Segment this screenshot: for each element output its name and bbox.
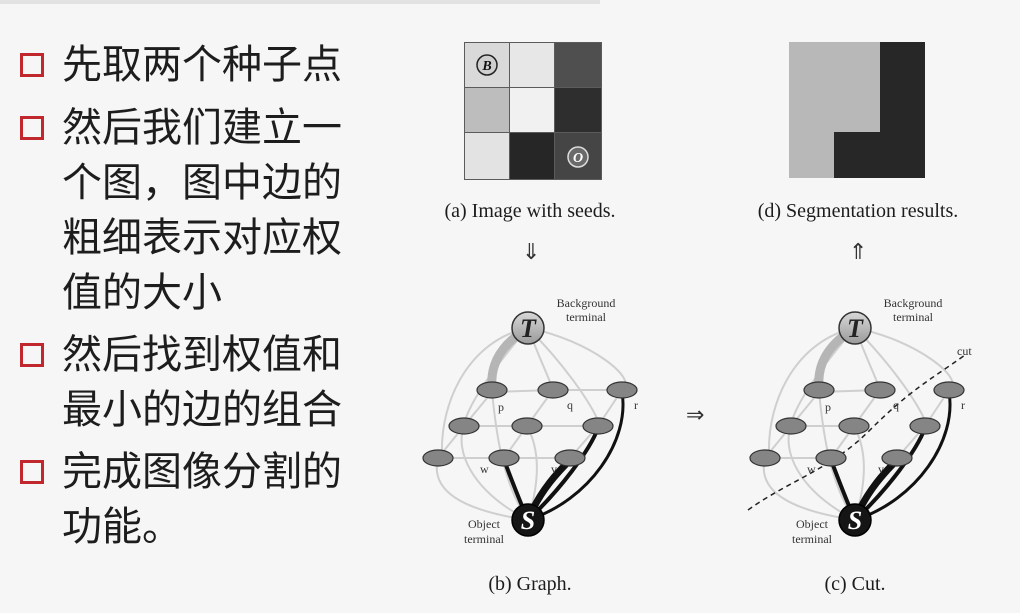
right-arrow-icon: ⇒ — [686, 403, 705, 428]
obj-terminal-label: Object — [796, 517, 829, 531]
caption-image-with-seeds: (a) Image with seeds. — [444, 200, 616, 222]
node-label: q — [893, 398, 899, 412]
obj-terminal-label: terminal — [464, 532, 505, 546]
seed-b-label: B — [481, 59, 491, 74]
obj-terminal-label: Object — [468, 517, 501, 531]
terminal-t-label: T — [520, 314, 537, 343]
figure-graph-cut: T S Background terminal Object terminal … — [422, 42, 972, 546]
bg-terminal-label: Background — [884, 296, 943, 310]
node-label: v — [551, 462, 557, 476]
bg-terminal-label: Background — [557, 296, 616, 310]
cut-diagram: T S Background terminal Object terminal … — [747, 296, 972, 546]
cut-label: cut — [957, 344, 972, 358]
caption-graph: (b) Graph. — [488, 573, 572, 595]
terminal-s-label: S — [521, 506, 535, 535]
up-arrow-icon: ⇑ — [849, 240, 868, 265]
bg-terminal-label: terminal — [893, 310, 934, 324]
node-label: v — [878, 462, 884, 476]
node-label: r — [961, 398, 965, 412]
node-label: r — [634, 398, 638, 412]
graph-diagram: T S Background terminal Object terminal … — [422, 296, 638, 546]
node-label: p — [825, 400, 831, 414]
node-label: w — [480, 462, 489, 476]
caption-cut: (c) Cut. — [824, 573, 886, 595]
node-label: q — [567, 398, 573, 412]
node-label: p — [498, 400, 504, 414]
obj-terminal-label: terminal — [792, 532, 833, 546]
node-label: w — [807, 462, 816, 476]
caption-segmentation-results: (d) Segmentation results. — [757, 200, 959, 222]
bg-terminal-label: terminal — [566, 310, 607, 324]
down-arrow-icon: ⇓ — [522, 240, 541, 265]
segmentation-results-image — [789, 42, 925, 178]
terminal-s-label: S — [848, 506, 862, 535]
terminal-t-label: T — [847, 314, 864, 343]
seed-o-label: O — [573, 151, 583, 166]
